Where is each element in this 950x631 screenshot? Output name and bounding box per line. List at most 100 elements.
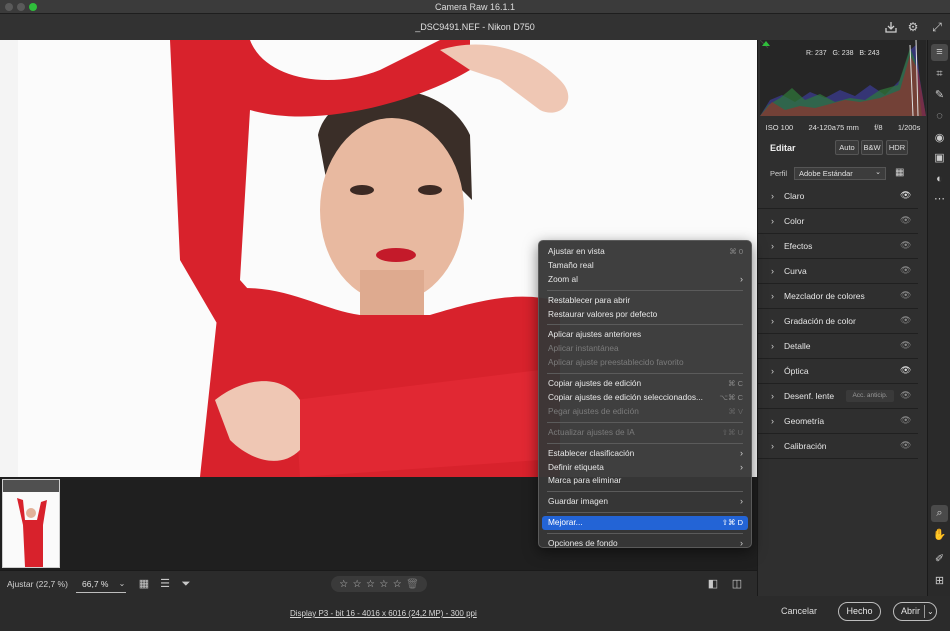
auto-button[interactable]: Auto bbox=[835, 140, 859, 155]
menu-item[interactable]: Restablecer para abrir bbox=[539, 294, 751, 308]
menu-item[interactable]: Aplicar ajustes anteriores bbox=[539, 328, 751, 342]
menu-item-shortcut: › bbox=[740, 273, 743, 284]
menu-item[interactable]: Definir etiqueta › bbox=[539, 461, 751, 475]
menu-item[interactable]: Copiar ajustes de edición ⌘ C bbox=[539, 377, 751, 391]
menu-item[interactable]: Guardar imagen › bbox=[539, 495, 751, 509]
section-5[interactable]: › Gradación de color 👁 bbox=[758, 309, 918, 334]
eye-icon[interactable]: 👁 bbox=[900, 215, 911, 226]
menu-separator bbox=[547, 442, 743, 444]
star-icon[interactable]: ☆ bbox=[339, 579, 348, 590]
sliders-icon[interactable]: ≡ bbox=[931, 44, 948, 61]
eye-icon[interactable]: 👁 bbox=[900, 265, 911, 276]
section-4[interactable]: › Mezclador de colores 👁 bbox=[758, 284, 918, 309]
gear-icon[interactable]: ⚙ bbox=[906, 20, 920, 34]
menu-item[interactable]: Tamaño real bbox=[539, 259, 751, 273]
section-label: Detalle bbox=[784, 341, 811, 351]
eye-icon[interactable]: 👁 bbox=[900, 315, 911, 326]
snapshots-icon[interactable]: ▣ bbox=[931, 150, 948, 167]
cancel-button[interactable]: Cancelar bbox=[781, 606, 817, 616]
star-icon[interactable]: ☆ bbox=[366, 579, 375, 590]
eye-icon[interactable]: 👁 bbox=[900, 190, 911, 201]
rating-stars[interactable]: ☆ ☆ ☆ ☆ ☆ 🗑 bbox=[331, 576, 427, 592]
crop-icon[interactable]: ⌗ bbox=[931, 66, 948, 83]
save-icon[interactable] bbox=[884, 20, 898, 34]
section-3[interactable]: › Curva 👁 bbox=[758, 259, 918, 284]
menu-item-label: Tamaño real bbox=[548, 259, 594, 270]
section-8[interactable]: › Desenf. lente Acc. anticip. 👁 bbox=[758, 384, 918, 409]
before-after-icon[interactable]: ◫ bbox=[730, 577, 744, 591]
eye-icon[interactable]: 👁 bbox=[900, 440, 911, 451]
menu-item[interactable]: Ajustar en vista ⌘ 0 bbox=[539, 245, 751, 259]
menu-item[interactable]: Zoom al › bbox=[539, 273, 751, 287]
filmstrip-thumbnail[interactable] bbox=[2, 479, 60, 568]
section-0[interactable]: › Claro 👁 bbox=[758, 184, 918, 209]
filter-icon[interactable]: ⏷ bbox=[179, 577, 193, 591]
fullscreen-icon[interactable]: ⤢ bbox=[930, 20, 944, 34]
menu-item-label: Pegar ajustes de edición bbox=[548, 405, 639, 416]
star-icon[interactable]: ☆ bbox=[393, 579, 402, 590]
profile-select[interactable]: Adobe Estándar ⌄ bbox=[794, 167, 886, 180]
menu-item[interactable]: Copiar ajustes de edición seleccionados.… bbox=[539, 391, 751, 405]
eye-icon[interactable]: 👁 bbox=[900, 365, 911, 376]
section-label: Color bbox=[784, 216, 805, 226]
menu-separator bbox=[547, 373, 743, 375]
bottom-toolbar: Ajustar (22,7 %) 66,7 % ⌄ ▦ ☰ ⏷ ☆ ☆ ☆ ☆ … bbox=[0, 570, 757, 596]
section-label: Gradación de color bbox=[784, 316, 856, 326]
histogram[interactable]: R: 237 G: 238 B: 243 bbox=[759, 39, 926, 117]
star-icon[interactable]: ☆ bbox=[379, 579, 388, 590]
bw-button[interactable]: B&W bbox=[861, 140, 883, 155]
healing-icon[interactable]: ✎ bbox=[931, 87, 948, 104]
trash-icon[interactable]: 🗑 bbox=[406, 579, 419, 590]
menu-item[interactable]: Opciones de fondo › bbox=[539, 537, 751, 551]
sort-icon[interactable]: ☰ bbox=[158, 577, 172, 591]
aperture-value: f/8 bbox=[874, 122, 883, 132]
eye-icon[interactable]: 👁 bbox=[900, 240, 911, 251]
section-2[interactable]: › Efectos 👁 bbox=[758, 234, 918, 259]
chevron-right-icon: › bbox=[771, 266, 774, 276]
chevron-down-icon[interactable]: ⌄ bbox=[927, 603, 934, 620]
edit-header: Editar Auto B&W HDR bbox=[758, 138, 928, 160]
hdr-button[interactable]: HDR bbox=[886, 140, 908, 155]
profile-browser-icon[interactable]: ▦ bbox=[895, 167, 906, 178]
chevron-right-icon: › bbox=[771, 191, 774, 201]
hand-tool-icon[interactable]: ✋ bbox=[931, 527, 948, 544]
section-1[interactable]: › Color 👁 bbox=[758, 209, 918, 234]
menu-item-label: Guardar imagen bbox=[548, 496, 608, 507]
masking-icon[interactable]: ◌ bbox=[931, 108, 948, 125]
eye-icon[interactable]: 👁 bbox=[900, 340, 911, 351]
menu-item[interactable]: Establecer clasificación › bbox=[539, 447, 751, 461]
section-6[interactable]: › Detalle 👁 bbox=[758, 334, 918, 359]
done-button[interactable]: Hecho bbox=[838, 602, 881, 621]
presets-icon[interactable]: ◐ bbox=[931, 171, 948, 188]
grid-overlay-icon[interactable]: ⊞ bbox=[931, 573, 948, 590]
section-10[interactable]: › Calibración 👁 bbox=[758, 434, 918, 459]
eye-icon[interactable]: 👁 bbox=[900, 390, 911, 401]
menu-item: Aplicar ajuste preestablecido favorito bbox=[539, 356, 751, 370]
menu-item[interactable]: Mejorar... ⇧⌘ D bbox=[542, 516, 748, 531]
menu-item-shortcut: › bbox=[740, 447, 743, 458]
color-sampler-icon[interactable]: ✐ bbox=[931, 551, 948, 568]
menu-item[interactable]: Restaurar valores por defecto bbox=[539, 308, 751, 322]
open-button[interactable]: Abrir ⌄ bbox=[893, 602, 937, 621]
red-eye-icon[interactable]: ◉ bbox=[931, 130, 948, 147]
chevron-down-icon[interactable]: ⌄ bbox=[115, 577, 129, 591]
fit-zoom-button[interactable]: Ajustar (22,7 %) bbox=[7, 579, 68, 589]
eye-icon[interactable]: 👁 bbox=[900, 290, 911, 301]
menu-item-label: Copiar ajustes de edición seleccionados.… bbox=[548, 392, 703, 403]
iso-value: ISO 100 bbox=[765, 122, 794, 132]
section-label: Claro bbox=[784, 191, 805, 201]
zoom-tool-icon[interactable]: ⌕ bbox=[931, 505, 948, 522]
section-label: Efectos bbox=[784, 241, 813, 251]
filmstrip-view-icon[interactable]: ▦ bbox=[137, 577, 151, 591]
star-icon[interactable]: ☆ bbox=[353, 579, 362, 590]
section-7[interactable]: › Óptica 👁 bbox=[758, 359, 918, 384]
context-menu: Ajustar en vista ⌘ 0 Tamaño real Zoom al › Re… bbox=[538, 240, 752, 548]
chevron-down-icon: ⌄ bbox=[875, 169, 881, 176]
workflow-options-link[interactable]: Display P3 - bit 16 - 4016 x 6016 (24,2 … bbox=[290, 609, 477, 618]
menu-item[interactable]: Marca para eliminar bbox=[539, 474, 751, 488]
section-9[interactable]: › Geometría 👁 bbox=[758, 409, 918, 434]
menu-item-label: Copiar ajustes de edición bbox=[548, 378, 642, 389]
overlay-toggle-icon[interactable]: ◧ bbox=[706, 577, 720, 591]
eye-icon[interactable]: 👁 bbox=[900, 415, 911, 426]
more-icon[interactable]: ⋯ bbox=[931, 191, 948, 208]
